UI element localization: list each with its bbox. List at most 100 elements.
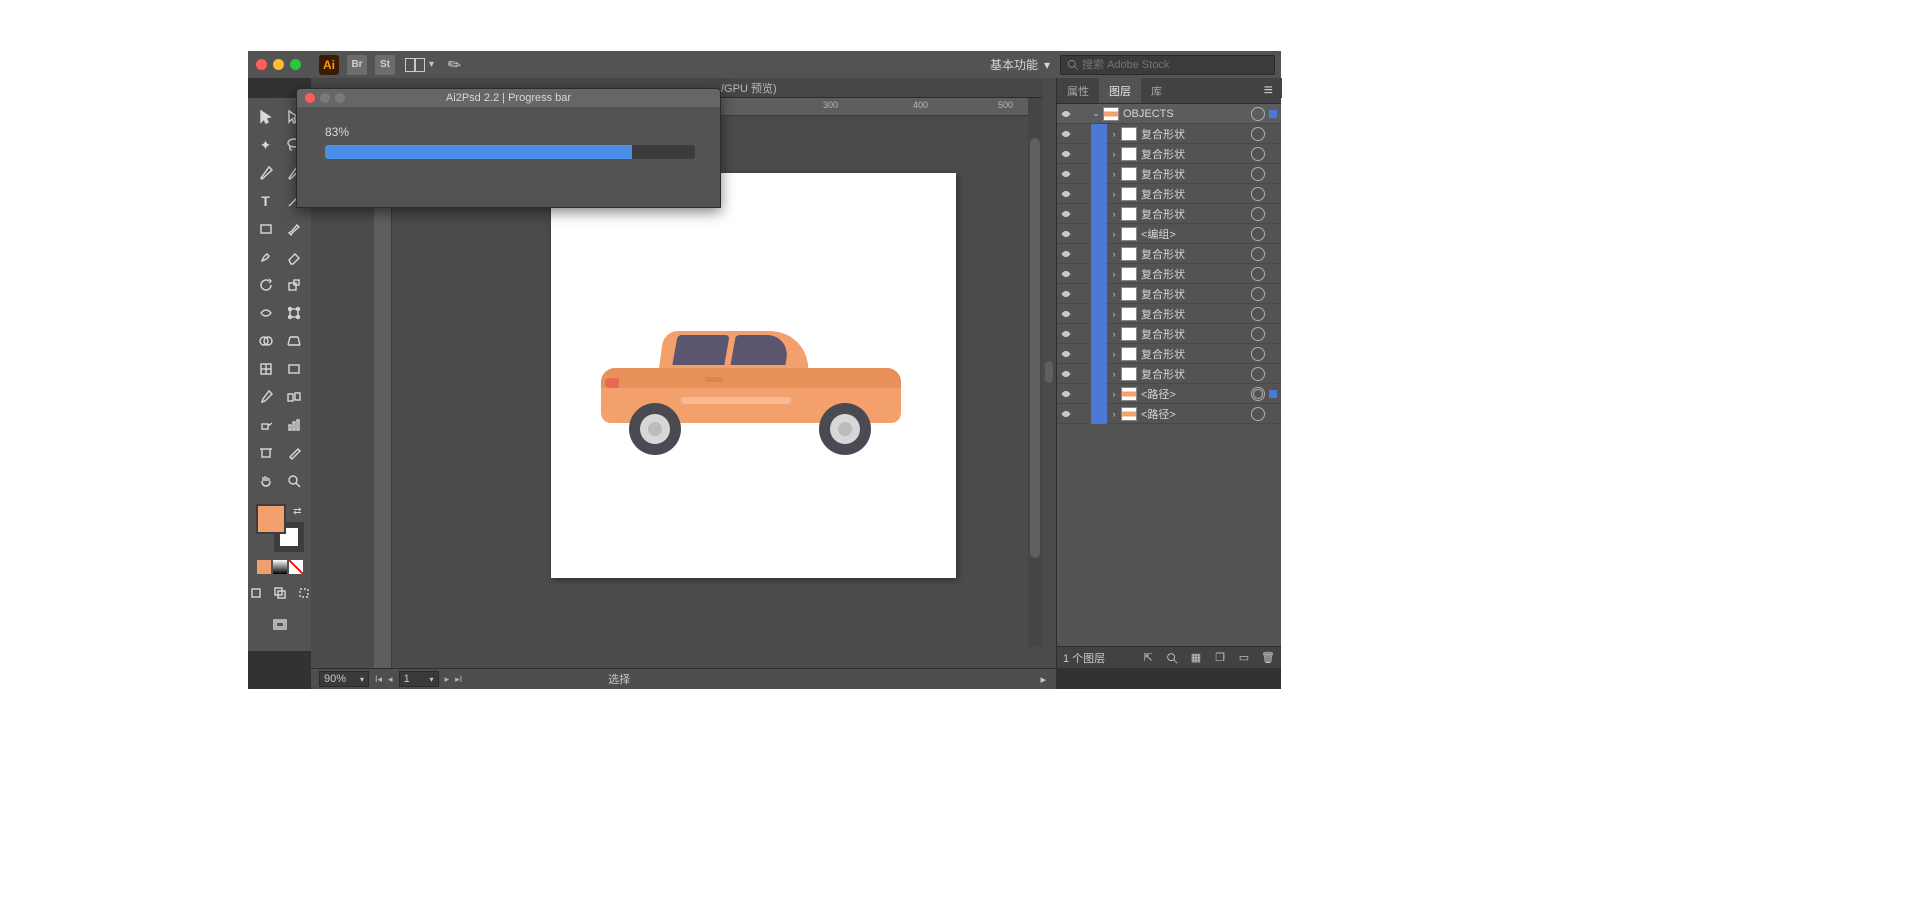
- scrollbar-thumb[interactable]: [1030, 138, 1040, 558]
- swap-fill-stroke-icon[interactable]: ⇄: [293, 506, 301, 517]
- layer-name[interactable]: 复合形状: [1141, 126, 1251, 142]
- layer-row[interactable]: ›复合形状: [1057, 164, 1281, 184]
- target-icon[interactable]: [1251, 307, 1265, 321]
- panel-menu-button[interactable]: ≡: [1256, 78, 1281, 103]
- disclosure-toggle[interactable]: ›: [1107, 209, 1121, 219]
- stock-button[interactable]: St: [375, 55, 395, 75]
- layer-row[interactable]: ›复合形状: [1057, 124, 1281, 144]
- layer-name[interactable]: 复合形状: [1141, 186, 1251, 202]
- layer-name[interactable]: 复合形状: [1141, 326, 1251, 342]
- visibility-toggle[interactable]: [1057, 348, 1075, 360]
- vertical-scrollbar[interactable]: [1028, 98, 1042, 647]
- window-close-button[interactable]: [256, 59, 267, 70]
- target-icon[interactable]: [1251, 347, 1265, 361]
- target-icon[interactable]: [1251, 387, 1265, 401]
- artboard-dropdown[interactable]: 1▾: [399, 671, 439, 687]
- type-tool[interactable]: T: [255, 190, 277, 212]
- fill-stroke-swatch[interactable]: ⇄: [256, 504, 304, 552]
- layer-row[interactable]: › 复合形状: [1057, 144, 1281, 164]
- fill-swatch[interactable]: [256, 504, 286, 534]
- layer-row[interactable]: ›<编组>: [1057, 224, 1281, 244]
- paintbrush-tool[interactable]: [283, 218, 305, 240]
- screen-mode-button[interactable]: [269, 614, 291, 636]
- disclosure-toggle[interactable]: ›: [1107, 249, 1121, 259]
- gpu-preview-icon[interactable]: ✎: [444, 52, 466, 76]
- target-icon[interactable]: [1251, 267, 1265, 281]
- disclosure-toggle[interactable]: ›: [1107, 189, 1121, 199]
- layer-row[interactable]: › <路径>: [1057, 404, 1281, 424]
- target-icon[interactable]: [1251, 187, 1265, 201]
- delete-layer-icon[interactable]: 🗑: [1261, 651, 1275, 665]
- selection-tool[interactable]: [255, 106, 277, 128]
- symbol-sprayer-tool[interactable]: [255, 414, 277, 436]
- disclosure-toggle[interactable]: ›: [1107, 269, 1121, 279]
- layer-name[interactable]: <编组>: [1141, 226, 1251, 242]
- layer-name[interactable]: 复合形状: [1141, 206, 1251, 222]
- layer-row[interactable]: › 复合形状: [1057, 284, 1281, 304]
- zoom-dropdown[interactable]: 90%▾: [319, 671, 369, 687]
- layer-row[interactable]: › 复合形状: [1057, 204, 1281, 224]
- document-tab-label[interactable]: /GPU 预览): [721, 80, 777, 96]
- visibility-toggle[interactable]: [1057, 328, 1075, 340]
- free-transform-tool[interactable]: [283, 302, 305, 324]
- layer-name[interactable]: 复合形状: [1141, 366, 1251, 382]
- bridge-button[interactable]: Br: [347, 55, 367, 75]
- layer-name[interactable]: <路径>: [1141, 386, 1251, 402]
- layer-name[interactable]: 复合形状: [1141, 246, 1251, 262]
- artboard[interactable]: [551, 173, 956, 578]
- layer-row[interactable]: › 复合形状: [1057, 184, 1281, 204]
- rectangle-tool[interactable]: [255, 218, 277, 240]
- first-artboard-button[interactable]: I◂: [375, 674, 382, 685]
- last-artboard-button[interactable]: ▸I: [455, 674, 462, 685]
- visibility-toggle[interactable]: [1057, 208, 1075, 220]
- new-layer-icon[interactable]: ▭: [1237, 651, 1251, 665]
- draw-normal[interactable]: [245, 582, 267, 604]
- visibility-toggle[interactable]: [1057, 108, 1075, 120]
- target-icon[interactable]: [1251, 247, 1265, 261]
- tab-libraries[interactable]: 库: [1141, 78, 1172, 103]
- visibility-toggle[interactable]: [1057, 388, 1075, 400]
- make-clip-mask-icon[interactable]: ▦: [1189, 651, 1203, 665]
- width-tool[interactable]: [255, 302, 277, 324]
- target-icon[interactable]: [1251, 147, 1265, 161]
- prev-artboard-button[interactable]: ◂: [388, 674, 393, 685]
- mesh-tool[interactable]: [255, 358, 277, 380]
- next-artboard-button[interactable]: ▸: [445, 674, 450, 685]
- status-menu-button[interactable]: ▸: [1040, 673, 1046, 686]
- layer-name[interactable]: 复合形状: [1141, 286, 1251, 302]
- layer-name[interactable]: 复合形状: [1141, 146, 1251, 162]
- visibility-toggle[interactable]: [1057, 288, 1075, 300]
- disclosure-toggle[interactable]: ›: [1107, 169, 1121, 179]
- layer-name[interactable]: OBJECTS: [1123, 108, 1251, 120]
- scale-tool[interactable]: [283, 274, 305, 296]
- arrange-documents-button[interactable]: [405, 58, 425, 72]
- blend-tool[interactable]: [283, 386, 305, 408]
- tab-layers[interactable]: 图层: [1099, 78, 1141, 103]
- visibility-toggle[interactable]: [1057, 408, 1075, 420]
- visibility-toggle[interactable]: [1057, 168, 1075, 180]
- layer-name[interactable]: 复合形状: [1141, 266, 1251, 282]
- disclosure-toggle[interactable]: ›: [1107, 369, 1121, 379]
- workspace-switcher[interactable]: 基本功能 ▾: [980, 56, 1060, 73]
- disclosure-toggle[interactable]: ›: [1107, 289, 1121, 299]
- color-mode-gradient[interactable]: [273, 560, 287, 574]
- visibility-toggle[interactable]: [1057, 188, 1075, 200]
- draw-behind[interactable]: [269, 582, 291, 604]
- hand-tool[interactable]: [255, 470, 277, 492]
- target-icon[interactable]: [1251, 287, 1265, 301]
- gradient-tool[interactable]: [283, 358, 305, 380]
- disclosure-toggle[interactable]: ›: [1107, 409, 1121, 419]
- disclosure-toggle[interactable]: ›: [1107, 389, 1121, 399]
- layer-row[interactable]: › 复合形状: [1057, 364, 1281, 384]
- layer-row-top[interactable]: ⌄ OBJECTS: [1057, 104, 1281, 124]
- disclosure-toggle[interactable]: ›: [1107, 149, 1121, 159]
- window-maximize-button[interactable]: [290, 59, 301, 70]
- target-icon[interactable]: [1251, 167, 1265, 181]
- disclosure-toggle[interactable]: ›: [1107, 329, 1121, 339]
- layer-name[interactable]: <路径>: [1141, 406, 1251, 422]
- magic-wand-tool[interactable]: ✦: [255, 134, 277, 156]
- shape-builder-tool[interactable]: [255, 330, 277, 352]
- window-minimize-button[interactable]: [273, 59, 284, 70]
- target-icon[interactable]: [1251, 107, 1265, 121]
- target-icon[interactable]: [1251, 127, 1265, 141]
